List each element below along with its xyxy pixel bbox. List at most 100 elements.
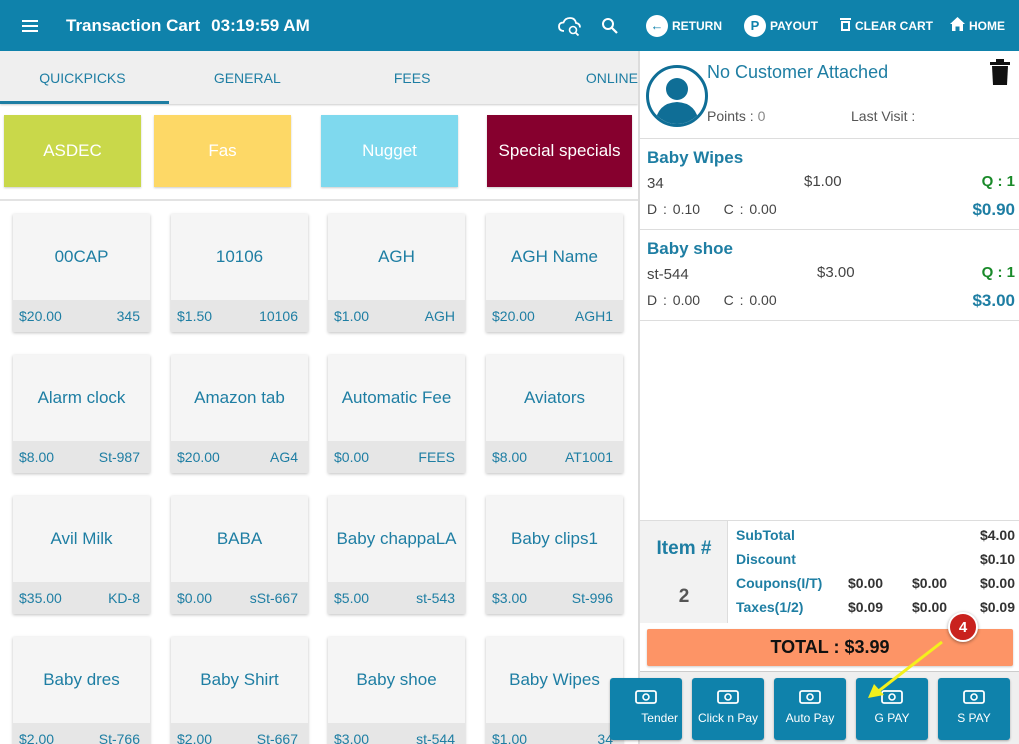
tax1-value: $0.09 [848, 599, 884, 615]
cart-item-sku: 34 [647, 175, 664, 192]
product-name: AGH Name [511, 247, 598, 266]
page-title: Transaction Cart [66, 15, 201, 35]
product-name: Automatic Fee [341, 388, 452, 407]
product-footer: $20.00 AGH1 [486, 300, 623, 332]
cart-item-discount-coupon: D : 0.10 C : 0.00 [647, 201, 777, 217]
return-button[interactable]: ← RETURN [645, 14, 722, 37]
product-tile[interactable]: Amazon tab $20.00 AG4 [171, 355, 308, 473]
product-price: $20.00 [19, 308, 62, 324]
payout-icon: P [743, 14, 766, 37]
product-name: Baby clips1 [511, 529, 598, 548]
product-tile[interactable]: Avil Milk $35.00 KD-8 [13, 496, 150, 614]
product-price: $8.00 [492, 449, 528, 465]
product-footer: $0.00 sSt-667 [171, 582, 308, 614]
product-tile[interactable]: Alarm clock $8.00 St-987 [13, 355, 150, 473]
product-code: AT1001 [565, 449, 613, 465]
item-count-box: Item # 2 [640, 521, 728, 623]
product-tile[interactable]: Baby shoe $3.00 st-544 [328, 637, 465, 744]
product-tile[interactable]: Automatic Fee $0.00 FEES [328, 355, 465, 473]
coupons-label: Coupons(I/T) [736, 575, 823, 591]
points-value: 0 [757, 108, 766, 124]
customer-name[interactable]: No Customer Attached [707, 62, 888, 83]
product-code: st-544 [416, 731, 455, 744]
product-code: St-766 [98, 731, 140, 744]
product-price: $0.00 [177, 590, 213, 606]
hamburger-menu-icon[interactable] [0, 0, 60, 51]
product-price: $20.00 [177, 449, 220, 465]
customer-avatar-icon[interactable] [646, 65, 708, 127]
trash-icon[interactable] [989, 59, 1011, 85]
cloud-sync-icon[interactable] [550, 0, 590, 51]
coupons-total-value: $0.00 [979, 575, 1015, 591]
product-price: $20.00 [492, 308, 535, 324]
click-n-pay-button[interactable]: Click n Pay [692, 678, 764, 740]
product-price: $35.00 [19, 590, 62, 606]
product-price: $1.00 [492, 731, 528, 744]
home-icon [950, 16, 965, 35]
taxes-label: Taxes(1/2) [736, 599, 804, 615]
coupons-transaction-value: $0.00 [912, 575, 948, 591]
product-code: sSt-667 [249, 590, 298, 606]
clear-cart-button[interactable]: CLEAR CART [840, 17, 933, 35]
product-code: AG4 [269, 449, 298, 465]
product-tile[interactable]: Baby chappaLA $5.00 st-543 [328, 496, 465, 614]
search-icon[interactable] [590, 0, 630, 51]
product-footer: $3.00 St-996 [486, 582, 623, 614]
discount-value: $0.10 [979, 551, 1015, 567]
product-tile[interactable]: Baby clips1 $3.00 St-996 [486, 496, 623, 614]
product-tile[interactable]: Baby Wipes $1.00 34 [486, 637, 623, 744]
auto-pay-button[interactable]: Auto Pay [774, 678, 846, 740]
click-n-pay-label: Click n Pay [697, 711, 759, 725]
product-footer: $2.00 St-766 [13, 723, 150, 744]
cart-item-discount: D : 0.00 [647, 292, 701, 308]
cart-line-item[interactable]: Baby Wipes 34 $1.00 Q : 1 D : 0.10 C : 0… [640, 139, 1019, 230]
tab-general[interactable]: GENERAL [165, 51, 330, 104]
product-tile[interactable]: 00CAP $20.00 345 [13, 214, 150, 332]
category-button[interactable]: Fas [154, 115, 291, 187]
home-button[interactable]: HOME [950, 16, 1005, 35]
cart-line-item[interactable]: Baby shoe st-544 $3.00 Q : 1 D : 0.00 C … [640, 230, 1019, 321]
product-name: Amazon tab [194, 388, 285, 407]
product-tile[interactable]: AGH Name $20.00 AGH1 [486, 214, 623, 332]
product-name: BABA [216, 529, 263, 548]
tab-quickpicks[interactable]: QUICKPICKS [0, 51, 169, 104]
item-count-value: 2 [678, 586, 690, 607]
product-footer: $35.00 KD-8 [13, 582, 150, 614]
product-name: 00CAP [54, 247, 109, 266]
discount-row: Discount $0.10 [736, 551, 1017, 575]
cart-item-quantity[interactable]: Q : 1 [982, 264, 1015, 281]
cash-icon [774, 690, 846, 707]
product-footer: $2.00 St-667 [171, 723, 308, 744]
category-button[interactable]: Special specials [487, 115, 632, 187]
cart-item-amount: $3.00 [972, 291, 1015, 310]
tender-button[interactable]: Tender [610, 678, 682, 740]
product-tile[interactable]: Baby dres $2.00 St-766 [13, 637, 150, 744]
product-footer: $8.00 AT1001 [486, 441, 623, 473]
payout-button[interactable]: P PAYOUT [743, 14, 818, 37]
category-button[interactable]: Nugget [321, 115, 458, 187]
product-code: st-543 [416, 590, 455, 606]
product-name: Alarm clock [37, 388, 126, 407]
tab-online[interactable]: ONLINE [495, 51, 638, 104]
product-tile[interactable]: BABA $0.00 sSt-667 [171, 496, 308, 614]
cart-item-quantity[interactable]: Q : 1 [982, 173, 1015, 190]
category-buttons: ASDEC Fas Nugget Special specials [0, 104, 638, 199]
s-pay-label: S PAY [957, 711, 991, 725]
cart-item-discount-coupon: D : 0.00 C : 0.00 [647, 292, 777, 308]
product-name: Baby Wipes [509, 670, 600, 689]
annotation-arrow-icon [868, 640, 943, 698]
product-code: St-996 [571, 590, 613, 606]
cart-item-discount: D : 0.10 [647, 201, 701, 217]
product-price: $1.00 [334, 308, 370, 324]
g-pay-label: G PAY [874, 711, 910, 725]
coupons-row: Coupons(I/T) $0.00 $0.00 $0.00 [736, 575, 1017, 599]
category-button[interactable]: ASDEC [4, 115, 141, 187]
product-tile[interactable]: Aviators $8.00 AT1001 [486, 355, 623, 473]
tab-fees[interactable]: FEES [330, 51, 495, 104]
points-label: Points : [707, 108, 754, 124]
product-tile[interactable]: Baby Shirt $2.00 St-667 [171, 637, 308, 744]
product-tile[interactable]: AGH $1.00 AGH [328, 214, 465, 332]
product-tile[interactable]: 10106 $1.50 10106 [171, 214, 308, 332]
tax2-value: $0.00 [912, 599, 948, 615]
product-price: $5.00 [334, 590, 370, 606]
